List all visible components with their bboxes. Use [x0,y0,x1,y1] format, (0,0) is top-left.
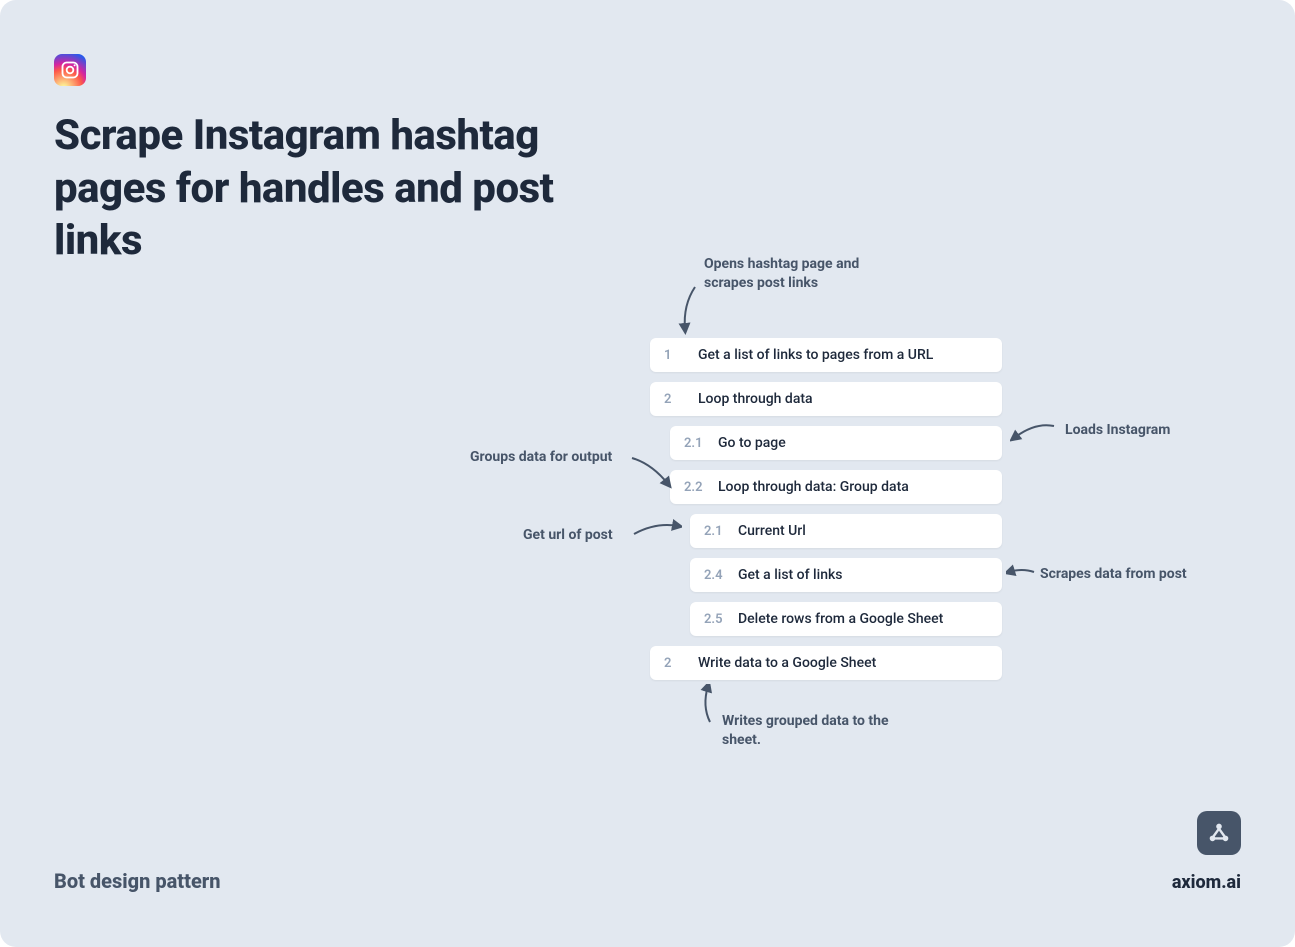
step-label: Delete rows from a Google Sheet [738,611,943,627]
diagram-canvas: Scrape Instagram hashtag pages for handl… [0,0,1295,947]
step-row: 2 Write data to a Google Sheet [650,646,1002,680]
step-row: 2.1 Go to page [670,426,1002,460]
annotation-loads-instagram: Loads Instagram [1065,421,1170,440]
step-row: 2.2 Loop through data: Group data [670,470,1002,504]
step-row: 2.5 Delete rows from a Google Sheet [690,602,1002,636]
annotation-groups-data: Groups data for output [470,448,612,467]
step-number: 2.5 [704,612,726,627]
step-label: Get a list of links [738,567,843,583]
step-number: 2.2 [684,480,706,495]
annotation-get-url: Get url of post [523,526,613,545]
step-label: Loop through data: Group data [718,479,909,495]
annotation-scrapes-post: Scrapes data from post [1040,565,1187,584]
step-label: Write data to a Google Sheet [698,655,876,671]
footer-label: Bot design pattern [54,869,221,893]
axiom-logo-icon [1197,811,1241,855]
step-number: 2 [664,656,686,671]
step-number: 2 [664,392,686,407]
step-number: 2.4 [704,568,726,583]
step-label: Go to page [718,435,786,451]
annotation-writes-sheet: Writes grouped data to the sheet. [722,712,892,750]
steps-list: 1 Get a list of links to pages from a UR… [650,338,1002,690]
step-row: 1 Get a list of links to pages from a UR… [650,338,1002,372]
arrow-icon [698,684,720,726]
step-label: Current Url [738,523,806,539]
step-number: 1 [664,348,686,363]
arrow-icon [675,285,703,335]
instagram-icon [54,54,86,86]
step-number: 2.1 [684,436,706,451]
step-number: 2.1 [704,524,726,539]
step-row: 2.1 Current Url [690,514,1002,548]
step-row: 2.4 Get a list of links [690,558,1002,592]
arrow-icon [1006,562,1036,582]
annotation-opens-hashtag: Opens hashtag page and scrapes post link… [704,255,884,293]
arrow-icon [1010,418,1058,444]
step-label: Loop through data [698,391,813,407]
footer-brand: axiom.ai [1172,872,1241,893]
step-row: 2 Loop through data [650,382,1002,416]
page-title: Scrape Instagram hashtag pages for handl… [54,110,614,268]
step-label: Get a list of links to pages from a URL [698,347,933,363]
